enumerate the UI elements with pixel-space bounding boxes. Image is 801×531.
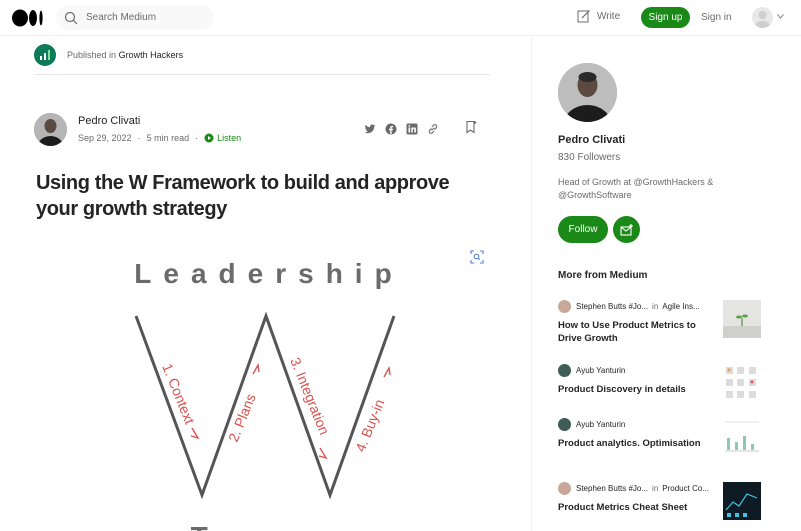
arrow-icon [383, 365, 391, 378]
bookmark-icon[interactable] [465, 120, 477, 134]
author-name[interactable]: Pedro Clivati [78, 115, 140, 127]
published-in-text: Published in Growth Hackers [67, 50, 183, 60]
listen-button[interactable]: Listen [204, 133, 241, 143]
copy-link-icon[interactable] [427, 122, 439, 134]
w-framework-figure: Leadership 1. Context 2. Plans 3. Integr… [134, 258, 403, 531]
story-title[interactable]: Product Metrics Cheat Sheet [558, 501, 716, 514]
author-avatar[interactable] [34, 113, 67, 146]
listen-label: Listen [217, 133, 242, 143]
story-thumbnail[interactable] [723, 364, 761, 402]
story-byline: Stephen Butts #Jo... in Agile Ins... [558, 300, 718, 313]
story-author-avatar [558, 364, 571, 377]
sidebar-author-avatar[interactable] [558, 63, 617, 122]
read-time: 5 min read [146, 133, 190, 143]
medium-logo-icon[interactable] [12, 9, 44, 27]
signup-button[interactable]: Sign up [641, 7, 690, 28]
article-title: Using the W Framework to build and appro… [36, 172, 450, 220]
separator-dot: · [195, 133, 199, 143]
figure-bottom-label: Teams [191, 521, 338, 531]
story-item[interactable]: Ayub Yanturin Product analytics. Optimis… [558, 418, 763, 462]
search-bar[interactable] [56, 5, 214, 30]
story-title[interactable]: Product analytics. Optimisation [558, 437, 716, 450]
arrow-icon [252, 362, 260, 375]
publication-logo-icon[interactable] [34, 44, 56, 66]
write-label: Write [597, 10, 621, 22]
chevron-down-icon[interactable] [777, 14, 784, 19]
story-title[interactable]: Product Discovery in details [558, 383, 716, 396]
sidebar-author-name[interactable]: Pedro Clivati [558, 134, 625, 146]
story-author[interactable]: Ayub Yanturin [576, 420, 625, 429]
figure-step-4: 4. Buy-in [352, 397, 388, 454]
published-prefix: Published in [67, 50, 117, 60]
story-item[interactable]: Stephen Butts #Jo... in Agile Ins... How… [558, 300, 763, 344]
zoom-icon[interactable] [470, 250, 484, 264]
story-thumbnail[interactable] [723, 418, 761, 456]
sidebar-bio: Head of Growth at @GrowthHackers & @Grow… [558, 177, 714, 200]
story-byline: Ayub Yanturin [558, 364, 718, 377]
story-author[interactable]: Stephen Butts #Jo... [576, 484, 648, 493]
article-meta: Sep 29, 2022 · 5 min read · Listen [78, 133, 241, 143]
story-in-label: in [652, 302, 659, 311]
story-author[interactable]: Stephen Butts #Jo... [576, 302, 648, 311]
subscribe-button[interactable] [613, 216, 640, 243]
story-publication[interactable]: Agile Ins... [662, 302, 699, 311]
story-author-avatar [558, 300, 571, 313]
more-from-medium-title: More from Medium [558, 270, 648, 281]
subscribe-mail-icon [619, 223, 633, 236]
story-author-avatar [558, 418, 571, 431]
sidebar-followers[interactable]: 830 Followers [558, 152, 620, 163]
figure-top-label: Leadership [134, 258, 403, 289]
story-byline: Stephen Butts #Jo... in Product Co... [558, 482, 718, 495]
publication-row: Published in Growth Hackers [34, 44, 183, 66]
follow-button[interactable]: Follow [558, 216, 608, 243]
story-thumbnail[interactable] [723, 482, 761, 520]
arrow-icon [190, 427, 200, 440]
story-author[interactable]: Ayub Yanturin [576, 366, 625, 375]
sidebar-divider [531, 36, 532, 531]
facebook-icon[interactable] [385, 122, 397, 135]
user-avatar-icon[interactable] [752, 7, 773, 28]
write-icon [577, 10, 590, 23]
story-byline: Ayub Yanturin [558, 418, 718, 431]
linkedin-icon[interactable] [406, 122, 418, 135]
separator-dot: · [137, 133, 141, 143]
publish-date: Sep 29, 2022 [78, 133, 132, 143]
search-icon [64, 11, 78, 24]
w-shape [134, 311, 396, 500]
search-input[interactable] [86, 12, 206, 23]
story-title[interactable]: How to Use Product Metrics to Drive Grow… [558, 319, 716, 345]
signin-link[interactable]: Sign in [701, 12, 732, 23]
arrow-icon [318, 447, 328, 460]
play-icon [204, 133, 214, 143]
publication-link[interactable]: Growth Hackers [119, 50, 184, 60]
story-author-avatar [558, 482, 571, 495]
story-item[interactable]: Stephen Butts #Jo... in Product Co... Pr… [558, 482, 763, 526]
write-button[interactable]: Write [577, 9, 620, 23]
top-bar: Write Sign up Sign in [0, 0, 801, 36]
twitter-icon[interactable] [364, 122, 376, 134]
divider [34, 74, 490, 75]
share-icons [364, 122, 439, 135]
story-thumbnail[interactable] [723, 300, 761, 338]
story-publication[interactable]: Product Co... [662, 484, 709, 493]
story-in-label: in [652, 484, 659, 493]
story-item[interactable]: Ayub Yanturin Product Discovery in detai… [558, 364, 763, 408]
